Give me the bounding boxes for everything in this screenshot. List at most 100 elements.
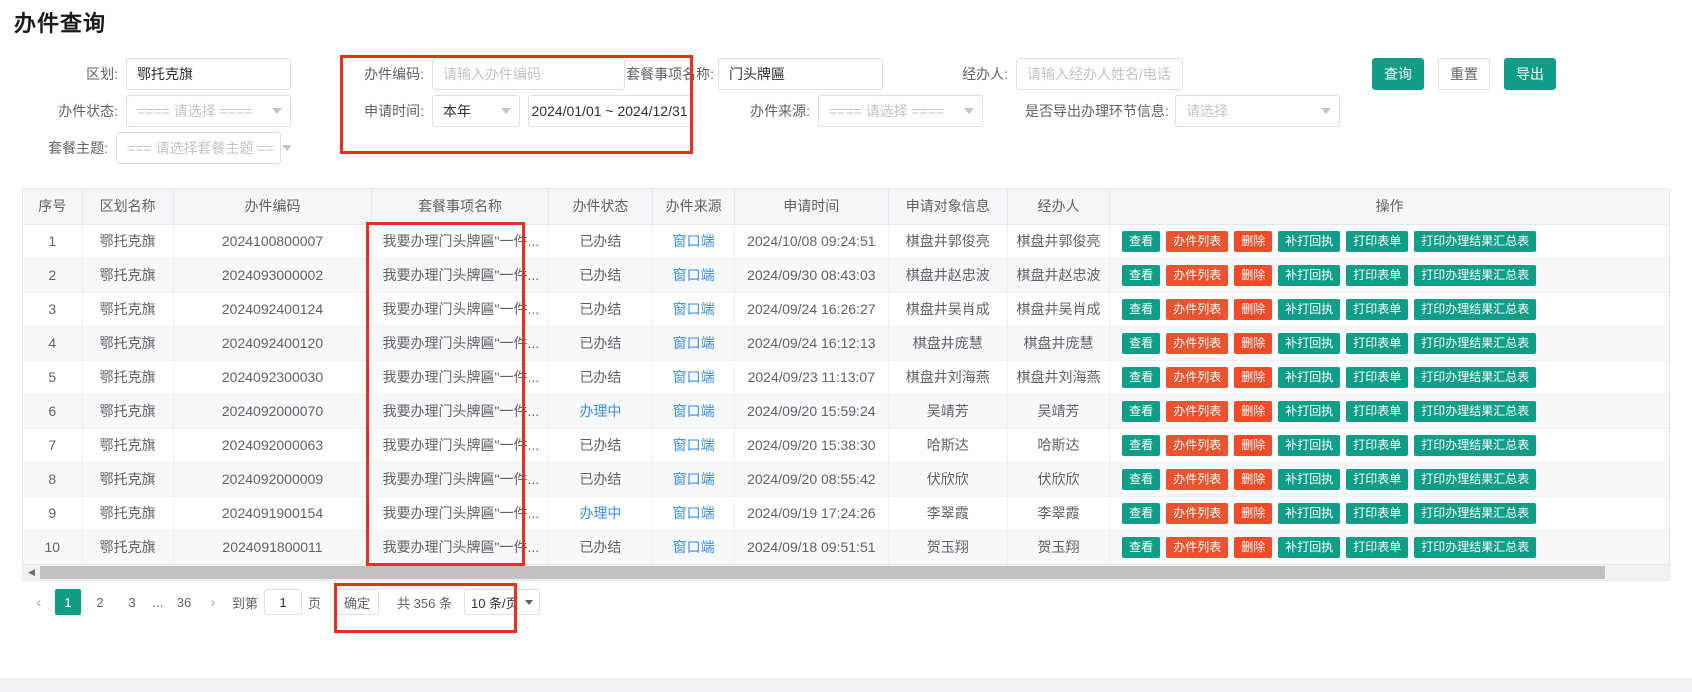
pagination-next[interactable]: › — [200, 589, 226, 615]
table-row[interactable]: 1 鄂托克旗 2024100800007 我要办理门头牌匾"一件... 已办结 窗口端 20… — [23, 224, 1669, 259]
action-2-button[interactable]: 删除 — [1234, 434, 1273, 456]
action-5-button[interactable]: 打印办理结果汇总表 — [1414, 536, 1537, 558]
action-0-button[interactable]: 查看 — [1122, 366, 1161, 388]
table-row[interactable]: 2 鄂托克旗 2024093000002 我要办理门头牌匾"一件... 已办结 窗口端 20… — [23, 258, 1669, 293]
page-size-select[interactable]: 10 条/页 — [463, 589, 540, 615]
table-row[interactable]: 9 鄂托克旗 2024091900154 我要办理门头牌匾"一件... 办理中 窗口端 20… — [23, 496, 1669, 531]
goto-confirm-button[interactable]: 确定 — [335, 589, 380, 615]
action-0-button[interactable]: 查看 — [1122, 332, 1161, 354]
action-1-button[interactable]: 办件列表 — [1166, 468, 1229, 490]
action-0-button[interactable]: 查看 — [1122, 434, 1161, 456]
cell-source[interactable]: 窗口端 — [652, 292, 736, 327]
action-5-button[interactable]: 打印办理结果汇总表 — [1414, 230, 1537, 252]
table-row[interactable]: 7 鄂托克旗 2024092000063 我要办理门头牌匾"一件... 已办结 窗口端 20… — [23, 428, 1669, 463]
action-5-button[interactable]: 打印办理结果汇总表 — [1414, 332, 1537, 354]
action-3-button[interactable]: 补打回执 — [1278, 536, 1341, 558]
action-1-button[interactable]: 办件列表 — [1166, 264, 1229, 286]
cell-source[interactable]: 窗口端 — [652, 496, 736, 531]
action-1-button[interactable]: 办件列表 — [1166, 230, 1229, 252]
pagination-prev[interactable]: ‹ — [26, 589, 52, 615]
action-5-button[interactable]: 打印办理结果汇总表 — [1414, 434, 1537, 456]
action-4-button[interactable]: 打印表单 — [1346, 536, 1409, 558]
cell-source[interactable]: 窗口端 — [652, 224, 736, 259]
reset-button[interactable]: 重置 — [1438, 58, 1490, 90]
table-row[interactable]: 3 鄂托克旗 2024092400124 我要办理门头牌匾"一件... 已办结 窗口端 20… — [23, 292, 1669, 327]
table-row[interactable]: 6 鄂托克旗 2024092000070 我要办理门头牌匾"一件... 办理中 窗口端 20… — [23, 394, 1669, 429]
action-4-button[interactable]: 打印表单 — [1346, 264, 1409, 286]
action-3-button[interactable]: 补打回执 — [1278, 366, 1341, 388]
action-2-button[interactable]: 删除 — [1234, 366, 1273, 388]
scroll-left-icon[interactable]: ◀ — [23, 565, 40, 580]
scrollbar-thumb[interactable] — [40, 566, 1605, 579]
action-1-button[interactable]: 办件列表 — [1166, 400, 1229, 422]
action-4-button[interactable]: 打印表单 — [1346, 502, 1409, 524]
package-theme-select[interactable]: === 请选择套餐主题 == — [116, 132, 292, 164]
action-4-button[interactable]: 打印表单 — [1346, 434, 1409, 456]
action-2-button[interactable]: 删除 — [1234, 264, 1273, 286]
cell-source[interactable]: 窗口端 — [652, 394, 736, 429]
action-1-button[interactable]: 办件列表 — [1166, 366, 1229, 388]
horizontal-scrollbar[interactable]: ◀ — [22, 564, 1670, 581]
action-0-button[interactable]: 查看 — [1122, 502, 1161, 524]
action-5-button[interactable]: 打印办理结果汇总表 — [1414, 502, 1537, 524]
cell-source[interactable]: 窗口端 — [652, 258, 736, 293]
cell-source[interactable]: 窗口端 — [652, 428, 736, 463]
action-4-button[interactable]: 打印表单 — [1346, 332, 1409, 354]
action-2-button[interactable]: 删除 — [1234, 230, 1273, 252]
action-2-button[interactable]: 删除 — [1234, 502, 1273, 524]
action-5-button[interactable]: 打印办理结果汇总表 — [1414, 264, 1537, 286]
action-5-button[interactable]: 打印办理结果汇总表 — [1414, 366, 1537, 388]
action-4-button[interactable]: 打印表单 — [1346, 298, 1409, 320]
table-row[interactable]: 4 鄂托克旗 2024092400120 我要办理门头牌匾"一件... 已办结 窗口端 20… — [23, 326, 1669, 361]
search-button[interactable]: 查询 — [1372, 58, 1424, 90]
action-4-button[interactable]: 打印表单 — [1346, 230, 1409, 252]
action-1-button[interactable]: 办件列表 — [1166, 536, 1229, 558]
action-5-button[interactable]: 打印办理结果汇总表 — [1414, 298, 1537, 320]
action-0-button[interactable]: 查看 — [1122, 468, 1161, 490]
action-1-button[interactable]: 办件列表 — [1166, 502, 1229, 524]
action-5-button[interactable]: 打印办理结果汇总表 — [1414, 468, 1537, 490]
action-2-button[interactable]: 删除 — [1234, 400, 1273, 422]
action-2-button[interactable]: 删除 — [1234, 468, 1273, 490]
cell-source[interactable]: 窗口端 — [652, 530, 736, 565]
action-4-button[interactable]: 打印表单 — [1346, 366, 1409, 388]
action-0-button[interactable]: 查看 — [1122, 298, 1161, 320]
handler-input[interactable]: 请输入经办人姓名/电话 — [1016, 58, 1183, 90]
action-5-button[interactable]: 打印办理结果汇总表 — [1414, 400, 1537, 422]
case-code-input[interactable]: 请输入办件编码 — [432, 58, 625, 90]
cell-source[interactable]: 窗口端 — [652, 360, 736, 395]
action-0-button[interactable]: 查看 — [1122, 536, 1161, 558]
action-1-button[interactable]: 办件列表 — [1166, 298, 1229, 320]
goto-page-input[interactable]: 1 — [264, 589, 303, 615]
action-0-button[interactable]: 查看 — [1122, 400, 1161, 422]
action-0-button[interactable]: 查看 — [1122, 230, 1161, 252]
apply-time-preset-select[interactable]: 本年 — [432, 95, 520, 127]
table-row[interactable]: 5 鄂托克旗 2024092300030 我要办理门头牌匾"一件... 已办结 窗口端 20… — [23, 360, 1669, 395]
table-row[interactable]: 8 鄂托克旗 2024092000009 我要办理门头牌匾"一件... 已办结 窗口端 20… — [23, 462, 1669, 497]
action-3-button[interactable]: 补打回执 — [1278, 298, 1341, 320]
action-4-button[interactable]: 打印表单 — [1346, 400, 1409, 422]
export-button[interactable]: 导出 — [1504, 58, 1556, 90]
action-2-button[interactable]: 删除 — [1234, 332, 1273, 354]
case-status-select[interactable]: ==== 请选择 ==== — [126, 95, 291, 127]
action-1-button[interactable]: 办件列表 — [1166, 434, 1229, 456]
action-1-button[interactable]: 办件列表 — [1166, 332, 1229, 354]
pagination-page-last[interactable]: 36 — [171, 589, 197, 615]
action-2-button[interactable]: 删除 — [1234, 298, 1273, 320]
action-4-button[interactable]: 打印表单 — [1346, 468, 1409, 490]
action-3-button[interactable]: 补打回执 — [1278, 332, 1341, 354]
action-3-button[interactable]: 补打回执 — [1278, 230, 1341, 252]
case-source-select[interactable]: ==== 请选择 ==== — [818, 95, 983, 127]
action-3-button[interactable]: 补打回执 — [1278, 502, 1341, 524]
cell-source[interactable]: 窗口端 — [652, 462, 736, 497]
cell-source[interactable]: 窗口端 — [652, 326, 736, 361]
action-3-button[interactable]: 补打回执 — [1278, 434, 1341, 456]
pagination-page-2[interactable]: 2 — [87, 589, 113, 615]
action-0-button[interactable]: 查看 — [1122, 264, 1161, 286]
action-2-button[interactable]: 删除 — [1234, 536, 1273, 558]
action-3-button[interactable]: 补打回执 — [1278, 468, 1341, 490]
pagination-page-1[interactable]: 1 — [55, 589, 81, 615]
region-input[interactable]: 鄂托克旗 — [126, 58, 291, 90]
apply-time-range-input[interactable]: 2024/01/01 ~ 2024/12/31 — [528, 95, 691, 127]
action-3-button[interactable]: 补打回执 — [1278, 400, 1341, 422]
